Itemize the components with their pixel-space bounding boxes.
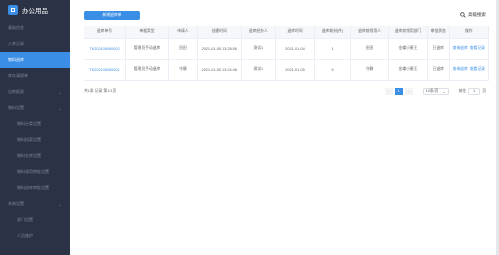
app-logo: 办公用品 bbox=[0, 0, 70, 20]
cell-handler: 测试1 bbox=[241, 59, 277, 81]
column-header[interactable]: 退库时间 bbox=[275, 26, 315, 39]
pager-total: 共1条 记录 第1/1页 bbox=[84, 88, 117, 93]
sidebar-item-label: 部门设置 bbox=[17, 217, 33, 222]
return-id-link[interactable]: TK202106050001 bbox=[84, 59, 126, 81]
column-header[interactable]: 退库单号 bbox=[84, 26, 126, 39]
column-header[interactable]: 退库耗材(件) bbox=[314, 26, 352, 39]
sidebar-item[interactable]: 库存清理单 bbox=[0, 68, 70, 84]
sidebar-item-label: 物料领用审批设置 bbox=[17, 169, 49, 174]
sidebar-item-label: 物料退库 bbox=[8, 57, 24, 62]
sidebar-item[interactable]: 基础信息 bbox=[0, 20, 70, 36]
row-actions: 查询退库 查看记录 bbox=[449, 38, 490, 60]
sidebar: 办公用品 基础信息 入库记录 物料退库 库存清理单 出库报表 ⌄ 物料设置 ⌄ 物料分类设置 物料… bbox=[0, 0, 70, 255]
column-header[interactable]: 单据类型 bbox=[125, 26, 170, 39]
sidebar-menu: 基础信息 入库记录 物料退库 库存清理单 出库报表 ⌄ 物料设置 ⌄ 物料分类设置 物料档案设置物… bbox=[0, 20, 70, 244]
column-header[interactable]: 退库前领用部门 bbox=[388, 26, 428, 39]
chevron-down-icon: ⌄ bbox=[442, 89, 446, 94]
sidebar-item-label: 物料档案设置 bbox=[17, 137, 41, 142]
sidebar-item[interactable]: 物料档案设置 bbox=[0, 132, 70, 148]
search-icon bbox=[460, 12, 466, 18]
sidebar-item[interactable]: 部门设置 bbox=[0, 212, 70, 228]
sidebar-item-label: 库存清理单 bbox=[8, 73, 28, 78]
sidebar-item-label: 出库报表 bbox=[8, 89, 24, 94]
cell-created: 2021-01-05 13:24:46 bbox=[197, 59, 242, 81]
sidebar-item-label: 物料仓库设置 bbox=[17, 153, 41, 158]
return-id-link[interactable]: TK202106050002 bbox=[84, 38, 126, 60]
advanced-search-label: 高级搜索 bbox=[468, 12, 486, 17]
sidebar-item-label: 人员维护 bbox=[17, 233, 33, 238]
cell-return-time: 2021-01-04 bbox=[275, 38, 315, 60]
next-page-icon[interactable]: › bbox=[404, 87, 413, 95]
page-size-select[interactable]: 10条/页 ⌄ bbox=[422, 87, 449, 95]
sidebar-item[interactable]: 人员维护 bbox=[0, 228, 70, 244]
cell-prev-user: 田田 bbox=[350, 38, 390, 60]
table-header: 退库单号 单据类型 申请人 创建时间 退库经办人 退库时间 退库耗材(件) 退库前领用人 退库前… bbox=[84, 26, 490, 39]
column-header[interactable]: 审批状态 bbox=[427, 26, 450, 39]
sidebar-item[interactable]: 出库报表 ⌄ bbox=[0, 84, 70, 100]
sidebar-item[interactable]: 物料退库审批设置 bbox=[0, 180, 70, 196]
cell-type: 管理员手动退库 bbox=[125, 59, 170, 81]
chevron-down-icon: ⌄ bbox=[58, 105, 62, 111]
column-header[interactable]: 申请人 bbox=[168, 26, 198, 39]
cell-created: 2021-01-05 13:28:56 bbox=[197, 38, 242, 60]
page-size-value: 10条/页 bbox=[425, 88, 439, 93]
app-title: 办公用品 bbox=[22, 8, 48, 15]
main-content: 新增退库单 高级搜索 退库单号 单据类型 申请人 创建时间 退库经办人 退库时间 退库耗材(… bbox=[70, 0, 499, 255]
cell-status: 已退库 bbox=[427, 59, 450, 81]
advanced-search[interactable]: 高级搜索 bbox=[460, 12, 486, 18]
sidebar-item-label: 物料退库审批设置 bbox=[17, 185, 49, 190]
sidebar-item-label: 入库记录 bbox=[8, 41, 24, 46]
cell-applicant: 守静 bbox=[168, 59, 198, 81]
column-header[interactable]: 创建时间 bbox=[197, 26, 242, 39]
page-number-button[interactable]: 1 bbox=[394, 87, 403, 95]
sidebar-item-label: 物料设置 bbox=[8, 105, 24, 110]
cell-type: 管理员手动退库 bbox=[125, 38, 170, 60]
table-body: TK202106050002 管理员手动退库 田田 2021-01-05 13:28:… bbox=[84, 38, 490, 81]
new-return-button[interactable]: 新增退库单 bbox=[84, 11, 140, 20]
row-actions: 查询退库 查看记录 bbox=[449, 59, 490, 81]
cell-qty: 1 bbox=[314, 38, 352, 60]
cell-status: 已退库 bbox=[427, 38, 450, 60]
cell-prev-user: 守静 bbox=[350, 59, 390, 81]
sidebar-item[interactable]: 物料设置 ⌄ bbox=[0, 100, 70, 116]
sidebar-item[interactable]: 物料退库 bbox=[0, 52, 70, 68]
cell-applicant: 田田 bbox=[168, 38, 198, 60]
chevron-down-icon: ⌄ bbox=[58, 89, 62, 95]
sidebar-item-label: 物料分类设置 bbox=[17, 121, 41, 126]
goto-suffix: 页 bbox=[482, 88, 486, 93]
column-header[interactable]: 退库经办人 bbox=[241, 26, 277, 39]
chevron-down-icon: ⌄ bbox=[58, 201, 62, 207]
sidebar-item[interactable]: 入库记录 bbox=[0, 36, 70, 52]
view-record-link[interactable]: 查看记录 bbox=[470, 67, 485, 71]
cell-prev-dept: 金蝶小蜜王 bbox=[388, 59, 428, 81]
logo-icon bbox=[8, 5, 18, 15]
column-header[interactable]: 退库前领用人 bbox=[350, 26, 390, 39]
table-row[interactable]: TK202106050002 管理员手动退库 田田 2021-01-05 13:28:… bbox=[84, 38, 490, 60]
pagination: 共1条 记录 第1/1页 ‹ 1 › 10条/页 ⌄ 前往 1 页 bbox=[84, 87, 486, 95]
sidebar-item[interactable]: 物料分类设置 bbox=[0, 116, 70, 132]
goto-page-input[interactable]: 1 bbox=[468, 87, 481, 95]
prev-page-icon[interactable]: ‹ bbox=[384, 87, 393, 95]
sidebar-item-label: 基础信息 bbox=[8, 25, 24, 30]
sidebar-item[interactable]: 系统设置 ⌄ bbox=[0, 196, 70, 212]
sidebar-item[interactable]: 物料领用审批设置 bbox=[0, 164, 70, 180]
view-record-link[interactable]: 查看记录 bbox=[470, 46, 485, 50]
return-table: 退库单号 单据类型 申请人 创建时间 退库经办人 退库时间 退库耗材(件) 退库前领用人 退库前… bbox=[84, 26, 490, 81]
sidebar-item[interactable]: 物料仓库设置 bbox=[0, 148, 70, 164]
cell-handler: 测试1 bbox=[241, 38, 277, 60]
query-return-link[interactable]: 查询退库 bbox=[453, 46, 468, 50]
sidebar-item-label: 系统设置 bbox=[8, 201, 24, 206]
query-return-link[interactable]: 查询退库 bbox=[453, 67, 468, 71]
cell-prev-dept: 金蝶小蜜王 bbox=[388, 38, 428, 60]
table-row[interactable]: TK202106050001 管理员手动退库 守静 2021-01-05 13:24:… bbox=[84, 59, 490, 81]
cell-qty: 5 bbox=[314, 59, 352, 81]
goto-label: 前往 bbox=[458, 88, 467, 93]
cell-return-time: 2021-01-05 bbox=[275, 59, 315, 81]
column-header[interactable]: 操作 bbox=[449, 26, 490, 39]
